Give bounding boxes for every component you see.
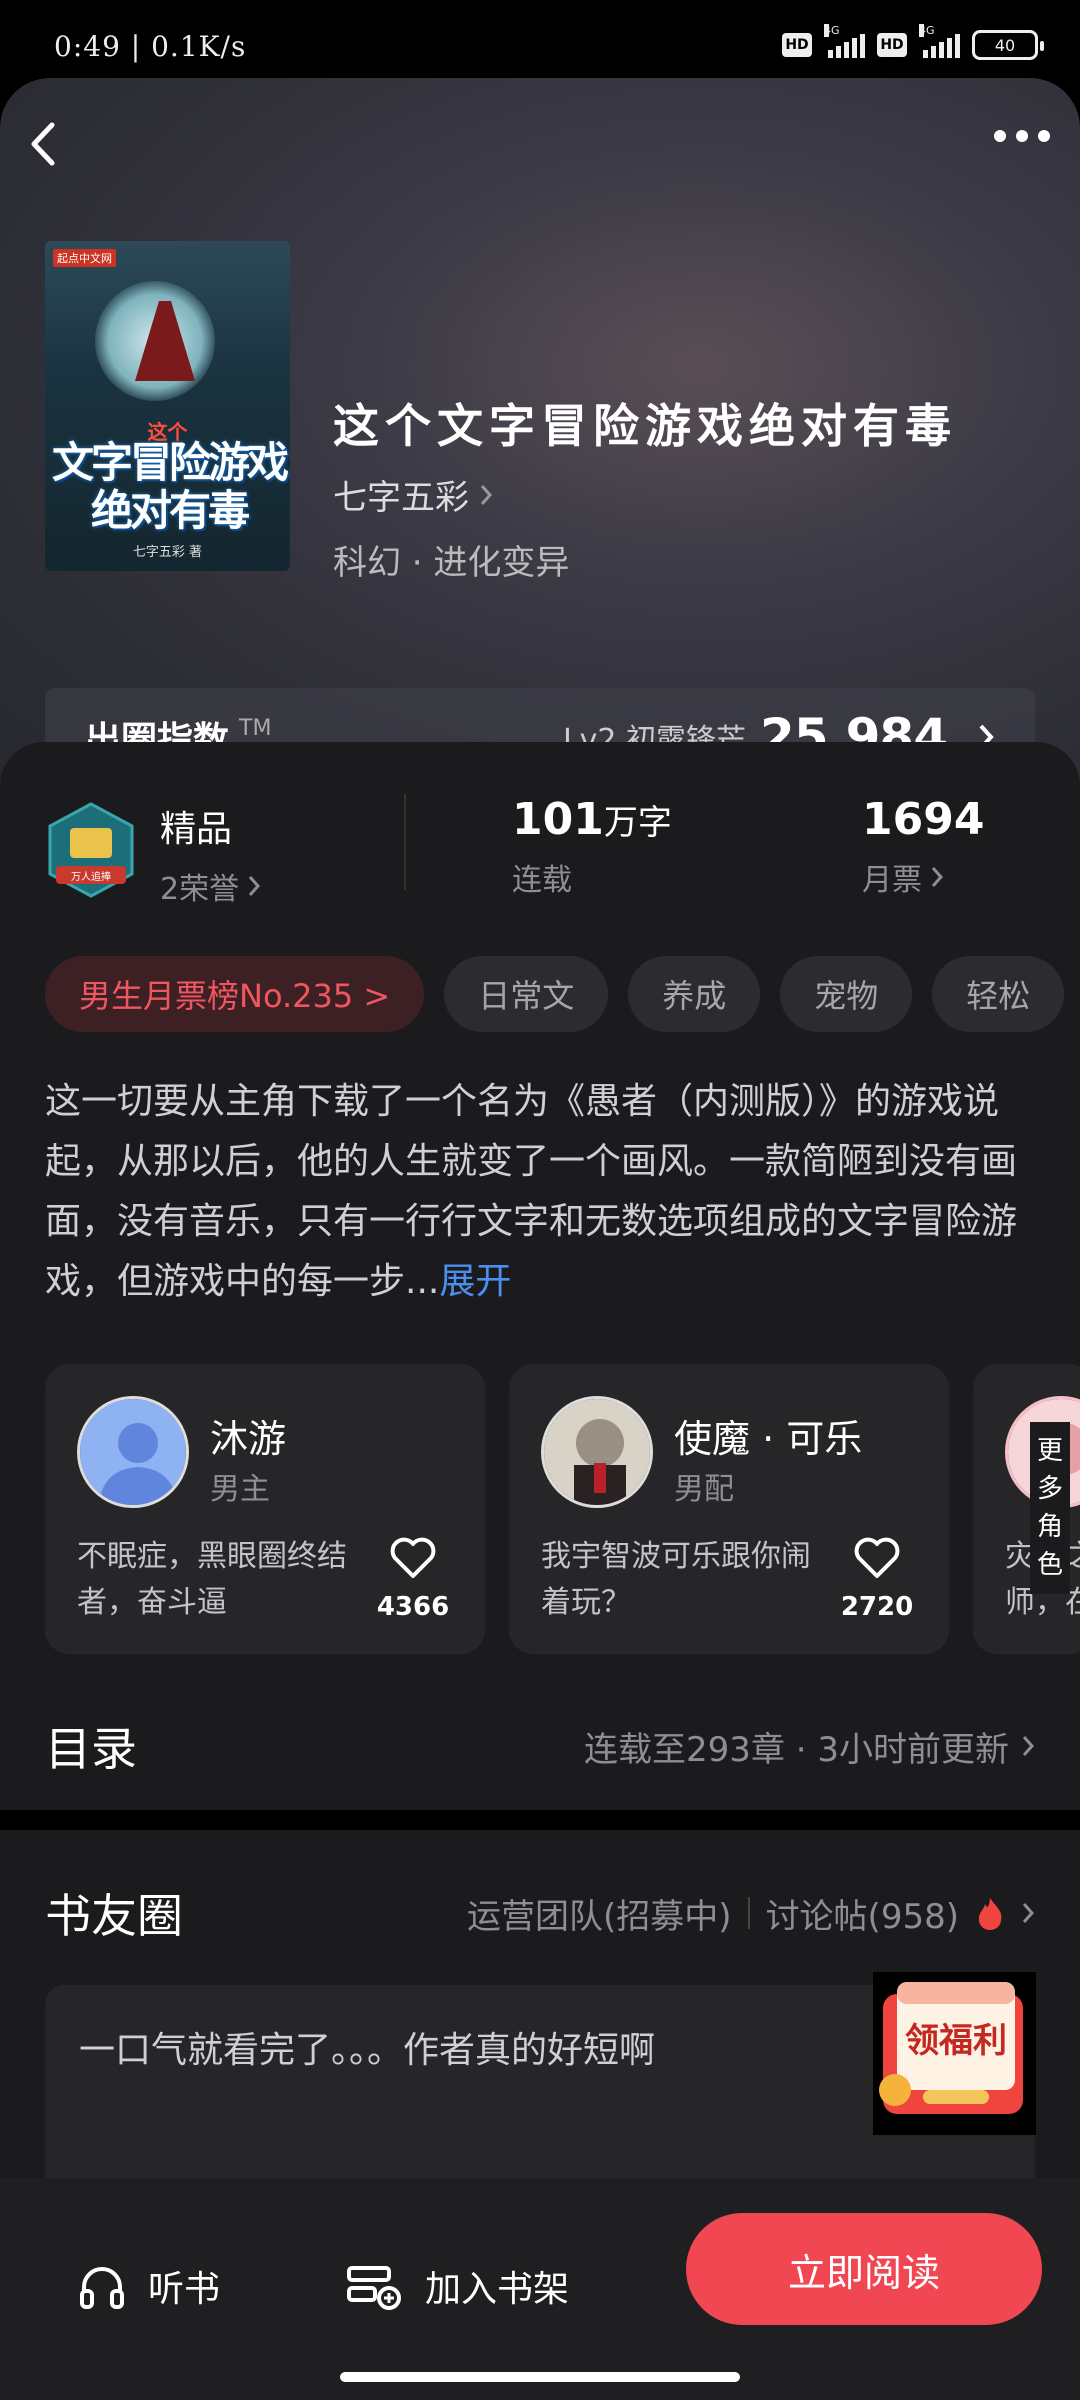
book-cover[interactable]: 起点中文网 这个 文字冒险游戏绝对有毒 七字五彩 著 <box>45 241 290 571</box>
like-button[interactable]: 4366 <box>373 1536 453 1622</box>
tag-item[interactable]: 养成 <box>628 956 761 1032</box>
rank-tag[interactable]: 男生月票榜No.235 > <box>45 956 425 1032</box>
like-count: 4366 <box>376 1592 450 1622</box>
vote-count: 1694 <box>862 794 985 845</box>
chevron-right-icon <box>931 867 944 887</box>
avatar <box>77 1396 189 1508</box>
toc-title: 目录 <box>45 1722 137 1776</box>
cover-author: 七字五彩 著 <box>132 545 203 560</box>
forum-title: 书友圈 <box>45 1889 183 1943</box>
cover-title-main: 文字冒险游戏绝对有毒 <box>51 438 289 535</box>
character-name: 使魔 · 可乐 <box>674 1417 863 1461</box>
listen-label: 听书 <box>148 2269 221 2310</box>
more-dots-icon[interactable] <box>994 130 1050 142</box>
chevron-right-icon <box>1022 1736 1035 1756</box>
home-indicator[interactable] <box>340 2372 740 2382</box>
toc-meta: 连载至293章 · 3小时前更新 <box>584 1729 1009 1770</box>
status-time: 0:49 | 0.1K/s <box>54 30 247 63</box>
synopsis-text: 这一切要从主角下载了一个名为《愚者（内测版）》的游戏说起，从那以后，他的人生就变… <box>45 1081 1018 1302</box>
character-role: 男配 <box>674 1472 734 1507</box>
chevron-right-icon <box>1022 1903 1035 1923</box>
book-title: 这个文字冒险游戏绝对有毒 <box>333 399 957 453</box>
character-desc: 我宇智波可乐跟你闹着玩？ <box>541 1539 811 1620</box>
table-of-contents-row[interactable]: 目录 连载至293章 · 3小时前更新 <box>45 1706 1035 1786</box>
divider <box>747 1897 750 1929</box>
synopsis[interactable]: 这一切要从主角下载了一个名为《愚者（内测版）》的游戏说起，从那以后，他的人生就变… <box>45 1072 1040 1312</box>
signal-icon: 4G <box>824 24 865 58</box>
like-button[interactable]: 2720 <box>837 1536 917 1622</box>
character-desc: 不眠症，黑眼圈终结者，奋斗逼 <box>77 1539 347 1620</box>
quality-emblem-icon: 万人追捧 <box>48 802 134 898</box>
welfare-gift-button[interactable]: 领福利 <box>873 1972 1036 2135</box>
word-unit: 万字 <box>603 803 672 843</box>
character-name: 沐游 <box>210 1417 287 1461</box>
hd-icon: HD <box>782 33 812 57</box>
svg-text:万人追捧: 万人追捧 <box>71 870 111 883</box>
tag-item[interactable]: 宠物 <box>780 956 913 1032</box>
more-characters-button[interactable]: 更多角色 <box>1030 1422 1070 1594</box>
expand-link[interactable]: 展开 <box>439 1261 511 1302</box>
avatar <box>541 1396 653 1508</box>
bottom-action-bar: 听书 加入书架 立即阅读 <box>0 2178 1080 2400</box>
cover-publisher: 起点中文网 <box>53 249 116 267</box>
vote-label: 月票 <box>862 863 922 898</box>
character-card[interactable]: 沐游 男主 不眠症，黑眼圈终结者，奋斗逼 4366 <box>45 1364 485 1654</box>
add-shelf-icon <box>347 2266 401 2310</box>
honor-count: 2荣誉 <box>160 872 240 907</box>
trademark-mark: TM <box>239 716 272 741</box>
character-card[interactable]: 使魔 · 可乐 男配 我宇智波可乐跟你闹着玩？ 2720 <box>509 1364 949 1654</box>
back-arrow-icon[interactable] <box>28 114 68 174</box>
add-shelf-label: 加入书架 <box>425 2269 570 2310</box>
word-count: 101 <box>512 794 604 845</box>
signal-icon: 4G <box>919 24 960 58</box>
character-list: 沐游 男主 不眠症，黑眼圈终结者，奋斗逼 4366 使魔 · 可乐 男配 我宇智… <box>45 1364 1080 1654</box>
discussion-link[interactable]: 讨论帖(958) <box>766 1889 959 1938</box>
add-to-shelf-button[interactable]: 加入书架 <box>345 2260 569 2312</box>
tag-item[interactable]: 轻松 <box>932 956 1065 1032</box>
listen-button[interactable]: 听书 <box>78 2260 220 2312</box>
author-name: 七字五彩 <box>333 478 469 518</box>
author-link[interactable]: 七字五彩 <box>333 470 493 519</box>
monthly-votes-stat[interactable]: 1694 月票 <box>862 794 984 899</box>
hd-icon: HD <box>877 33 907 57</box>
flame-icon <box>978 1898 1002 1930</box>
quality-stat[interactable]: 精品 2荣誉 <box>160 800 261 908</box>
tag-item[interactable]: 日常文 <box>444 956 609 1032</box>
chevron-right-icon <box>248 876 261 896</box>
book-header: 起点中文网 这个 文字冒险游戏绝对有毒 七字五彩 著 这个文字冒险游戏绝对有毒 … <box>0 78 1080 798</box>
book-detail-card: 万人追捧 精品 2荣誉 101万字 连载 1694 月票 男生月票榜No.235… <box>0 742 1080 1810</box>
read-now-button[interactable]: 立即阅读 <box>686 2213 1042 2325</box>
heart-icon <box>390 1537 436 1578</box>
status-bar: 0:49 | 0.1K/s HD 4G HD 4G 40 <box>0 0 1080 80</box>
quality-label: 精品 <box>160 809 233 850</box>
character-role: 男主 <box>210 1472 270 1507</box>
heart-icon <box>854 1537 900 1578</box>
serial-status: 连载 <box>512 863 572 898</box>
chevron-right-icon <box>480 484 493 505</box>
ops-team-link[interactable]: 运营团队(招募中) <box>467 1889 732 1938</box>
word-count-stat: 101万字 连载 <box>512 794 672 899</box>
divider <box>404 794 406 890</box>
svg-text:领福利: 领福利 <box>905 2021 1007 2061</box>
book-genre: 科幻 · 进化变异 <box>333 543 570 583</box>
battery-icon: 40 <box>972 30 1044 60</box>
headphones-icon <box>80 2267 124 2309</box>
like-count: 2720 <box>840 1592 914 1622</box>
post-text: 一口气就看完了。。。作者真的好短啊 <box>79 2030 656 2071</box>
tag-list: 男生月票榜No.235 > 日常文 养成 宠物 轻松 <box>45 956 1065 1032</box>
